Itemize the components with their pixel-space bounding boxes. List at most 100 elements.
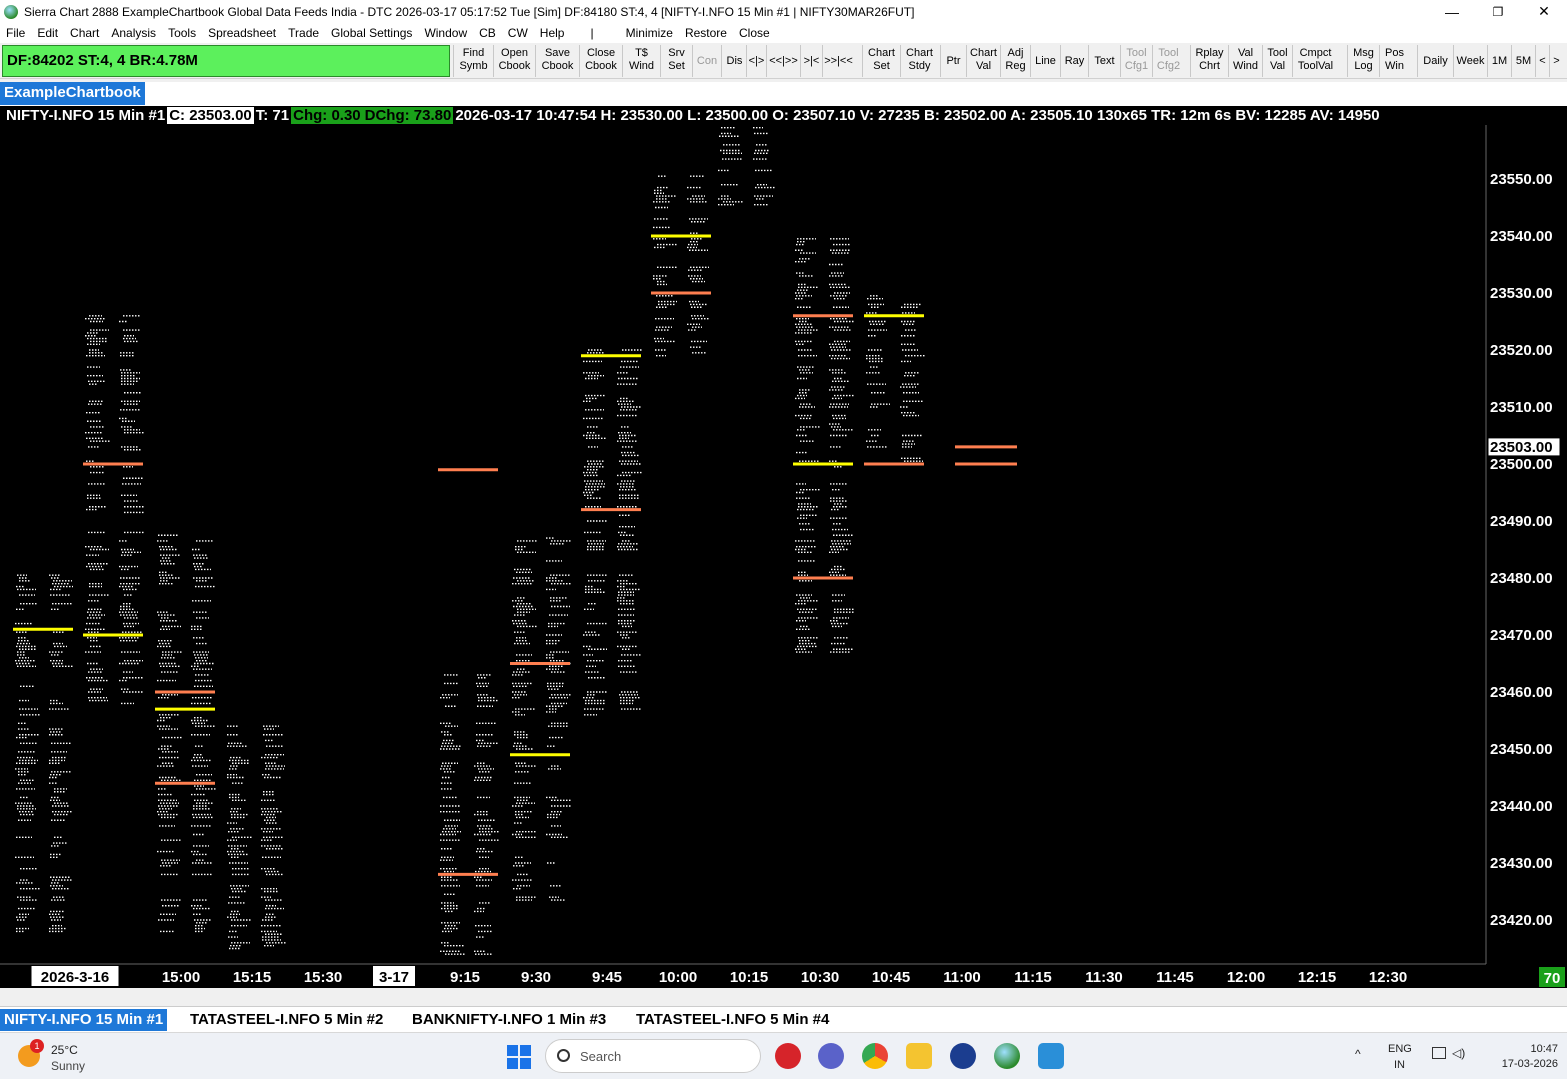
menu-item-spreadsheet[interactable]: Spreadsheet (202, 26, 282, 40)
maximize-button[interactable]: ❐ (1475, 0, 1521, 23)
toolbar-button-week[interactable]: Week (1453, 45, 1487, 77)
chart-tab-2[interactable]: TATASTEEL-I.NFO 5 Min #2 (186, 1009, 387, 1031)
chart-tab-4[interactable]: TATASTEEL-I.NFO 5 Min #4 (632, 1009, 833, 1031)
system-clock[interactable]: 10:47 17-03-2026 (1480, 1042, 1558, 1072)
toolbar-button-text[interactable]: Text (1088, 45, 1120, 77)
chevron-up-icon[interactable]: ^ (1355, 1047, 1361, 1061)
toolbar-button-open-cbook[interactable]: Open Cbook (493, 45, 535, 77)
footprint-bar[interactable] (955, 445, 1017, 466)
time-tick-label: 11:30 (1085, 969, 1123, 986)
title-bar: Sierra Chart 2888 ExampleChartbook Globa… (0, 0, 1567, 23)
footprint-bar[interactable] (581, 349, 642, 716)
chartbook-tab[interactable]: ExampleChartbook (0, 82, 145, 105)
toolbar-button-chart-val[interactable]: Chart Val (966, 45, 1000, 77)
footprint-bar[interactable] (510, 537, 572, 901)
footprint-bar[interactable] (718, 121, 776, 206)
file-explorer-icon[interactable] (906, 1043, 932, 1069)
chrome-icon[interactable] (862, 1043, 888, 1069)
toolbar-nav-button-11[interactable]: >>|<< (822, 45, 854, 77)
toolbar-button-con[interactable]: Con (692, 45, 721, 77)
footprint-bar[interactable] (83, 315, 145, 705)
toolbar-button-find-symb[interactable]: Find Symb (453, 45, 493, 77)
menu-item-global-settings[interactable]: Global Settings (325, 26, 418, 40)
menu-item-help[interactable]: Help (534, 26, 571, 40)
notepad-icon[interactable] (1038, 1043, 1064, 1069)
toolbar-button-ray[interactable]: Ray (1060, 45, 1088, 77)
toolbar-button-tool-cfg1[interactable]: Tool Cfg1 (1120, 45, 1152, 77)
footprint-bar[interactable] (227, 725, 287, 950)
menu-item-file[interactable]: File (0, 26, 31, 40)
footprint-bar[interactable] (13, 574, 73, 933)
lang-region[interactable]: IN (1394, 1059, 1405, 1071)
menu-item-chart[interactable]: Chart (64, 26, 105, 40)
toolbar-button-rplay-chrt[interactable]: Rplay Chrt (1190, 45, 1228, 77)
mcafee-icon[interactable] (775, 1043, 801, 1069)
weather-desc: Sunny (51, 1059, 86, 1073)
toolbar-button-srv-set[interactable]: Srv Set (660, 45, 692, 77)
price-tick-label: 23460.00 (1490, 684, 1553, 701)
date-tick-label: 3-17 (379, 969, 409, 986)
toolbar-nav-button-33[interactable]: > (1549, 45, 1563, 77)
volume-icon[interactable]: ◁) (1452, 1046, 1465, 1060)
toolbar-button-dis[interactable]: Dis (721, 45, 747, 77)
menu-item-cw[interactable]: CW (502, 26, 534, 40)
menu-item-trade[interactable]: Trade (282, 26, 325, 40)
toolbar-nav-button-9[interactable]: <<|>> (766, 45, 800, 77)
toolbar-button-save-cbook[interactable]: Save Cbook (535, 45, 579, 77)
toolbar-nav-button-8[interactable]: <|> (746, 45, 766, 77)
menu-item-cb[interactable]: CB (473, 26, 502, 40)
close-button[interactable]: ✕ (1521, 0, 1567, 23)
menu-item-restore[interactable]: Restore (679, 26, 733, 40)
menu-item-tools[interactable]: Tools (162, 26, 202, 40)
footprint-bar[interactable] (438, 468, 499, 955)
globe-app-icon[interactable] (950, 1043, 976, 1069)
network-icon[interactable] (1432, 1047, 1446, 1059)
chart-tab-1[interactable]: NIFTY-I.NFO 15 Min #1 (0, 1009, 168, 1031)
date-tick-label: 2026-3-16 (41, 969, 109, 986)
windows-start-icon[interactable] (507, 1045, 531, 1069)
toolbar-button-cmpct-toolval[interactable]: Cmpct ToolVal (1292, 45, 1338, 77)
toolbar-button-close-cbook[interactable]: Close Cbook (579, 45, 622, 77)
footprint-chart[interactable]: 23550.00 23540.00 23530.00 23520.00 23510.00… (0, 106, 1567, 988)
toolbar-button-tool-cfg2[interactable]: Tool Cfg2 (1152, 45, 1184, 77)
chart-info-line: NIFTY-I.NFO 15 Min #1 C: 23503.00 T: 71 Chg… (0, 106, 1487, 125)
menu-item-analysis[interactable]: Analysis (105, 26, 162, 40)
toolbar-button-ptr[interactable]: Ptr (940, 45, 966, 77)
minimize-button[interactable]: — (1429, 0, 1475, 23)
taskbar-search[interactable]: Search (545, 1039, 761, 1073)
footprint-bar[interactable] (864, 295, 925, 466)
footprint-bar[interactable] (651, 175, 711, 357)
footprint-bar[interactable] (793, 238, 855, 653)
toolbar-button-chart-stdy[interactable]: Chart Stdy (900, 45, 938, 77)
menu-item-edit[interactable]: Edit (31, 26, 64, 40)
menu-item-window[interactable]: Window (418, 26, 473, 40)
menu-item-minimize[interactable]: Minimize (620, 26, 679, 40)
toolbar-button-adj-reg[interactable]: Adj Reg (1000, 45, 1030, 77)
toolbar-button-val-wind[interactable]: Val Wind (1228, 45, 1262, 77)
toolbar-nav-button-10[interactable]: >|< (800, 45, 822, 77)
search-placeholder: Search (580, 1049, 622, 1064)
chart-tab-3[interactable]: BANKNIFTY-I.NFO 1 Min #3 (408, 1009, 610, 1031)
toolbar-button-tool-val[interactable]: Tool Val (1262, 45, 1292, 77)
time-tick-label: 15:30 (304, 969, 342, 986)
price-tick-label: 23550.00 (1490, 171, 1553, 188)
lang-code[interactable]: ENG (1388, 1043, 1412, 1055)
toolbar-button-chart-set[interactable]: Chart Set (862, 45, 900, 77)
toolbar-button-msg-log[interactable]: Msg Log (1347, 45, 1379, 77)
current-price-label: 23503.00 (1490, 439, 1553, 456)
toolbar-button-line[interactable]: Line (1030, 45, 1060, 77)
app-icon (4, 4, 18, 19)
menu-item-close[interactable]: Close (733, 26, 776, 40)
toolbar-button-t-wind[interactable]: T$ Wind (622, 45, 660, 77)
chartbook-tab-bar: ExampleChartbook (0, 82, 1567, 106)
toolbar-button-pos-win[interactable]: Pos Win (1379, 45, 1409, 77)
teams-icon[interactable] (818, 1043, 844, 1069)
toolbar-button-1m[interactable]: 1M (1487, 45, 1511, 77)
footprint-bar[interactable] (155, 534, 216, 933)
toolbar-nav-button-32[interactable]: < (1535, 45, 1549, 77)
chart-region[interactable]: 23550.00 23540.00 23530.00 23520.00 23510.00… (0, 106, 1567, 988)
toolbar-button-daily[interactable]: Daily (1417, 45, 1453, 77)
toolbar-button-5m[interactable]: 5M (1511, 45, 1535, 77)
sierra-chart-icon[interactable] (994, 1043, 1020, 1069)
chart-tabs: NIFTY-I.NFO 15 Min #1 TATASTEEL-I.NFO 5 M… (0, 1006, 1567, 1032)
